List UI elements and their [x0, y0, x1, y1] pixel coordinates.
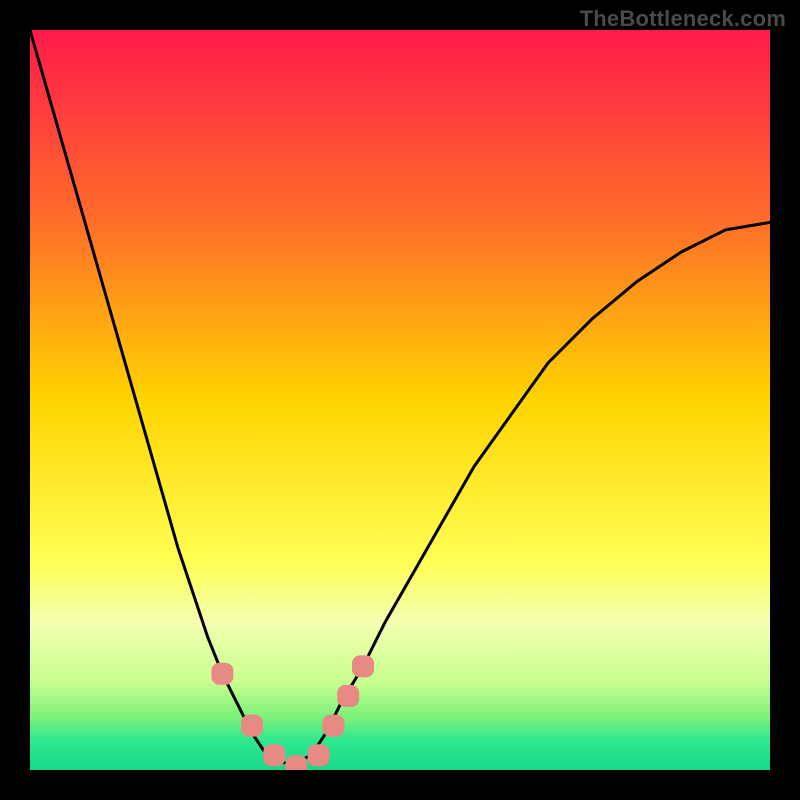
curve-marker	[308, 744, 330, 766]
watermark-text: TheBottleneck.com	[580, 6, 786, 32]
plot-area	[30, 30, 770, 770]
curve-marker	[337, 685, 359, 707]
chart-frame: TheBottleneck.com	[0, 0, 800, 800]
curve-marker	[285, 755, 307, 770]
gradient-background	[30, 30, 770, 770]
curve-marker	[241, 715, 263, 737]
curve-marker	[211, 663, 233, 685]
curve-marker	[352, 655, 374, 677]
chart-svg	[30, 30, 770, 770]
curve-marker	[322, 715, 344, 737]
curve-marker	[263, 744, 285, 766]
